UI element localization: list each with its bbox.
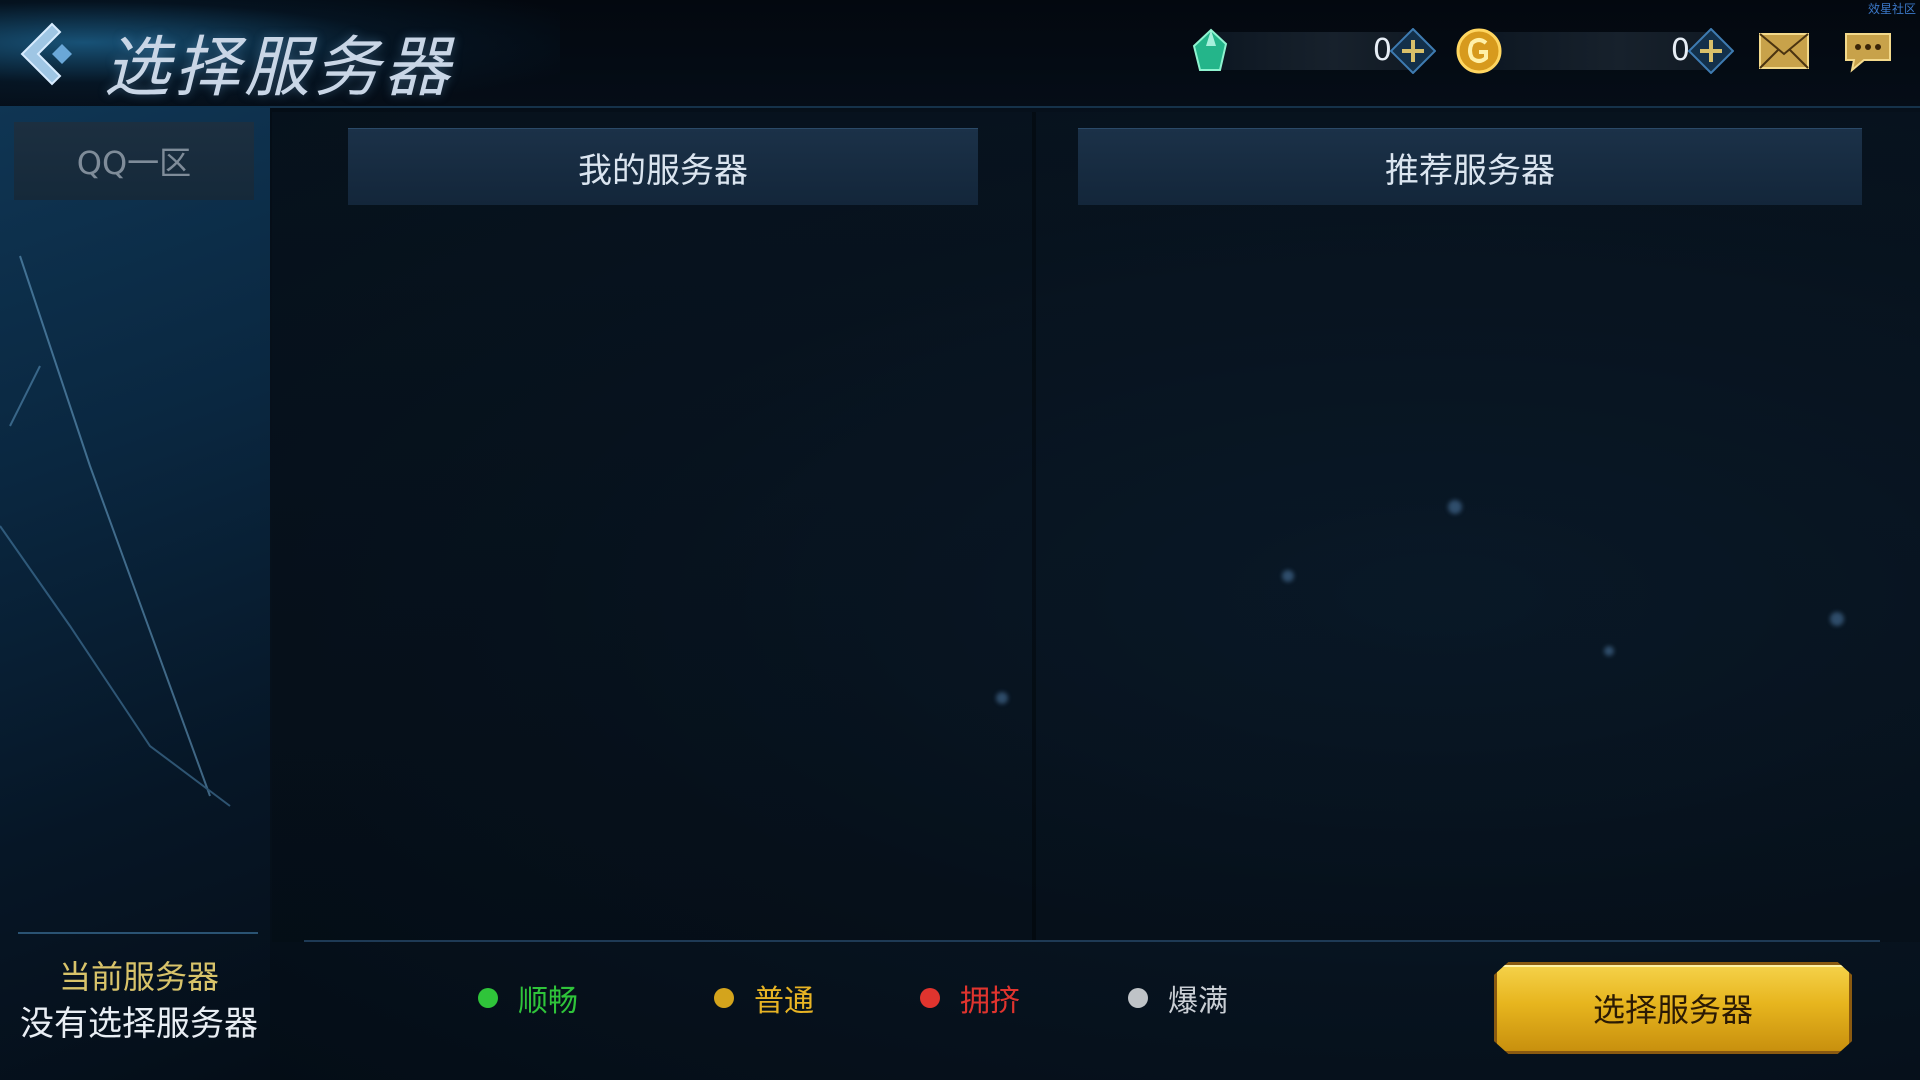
- legend-item: 顺畅: [478, 976, 578, 1020]
- add-gems-button[interactable]: [1389, 27, 1437, 75]
- status-dot-crowded: [920, 988, 940, 1008]
- legend-label: 普通: [754, 984, 814, 1019]
- gem-counter: 0: [1186, 24, 1437, 80]
- status-dot-full: [1128, 988, 1148, 1008]
- ambient-particle: [1448, 500, 1462, 514]
- page-title: 选择服务器: [104, 29, 454, 106]
- gem-icon: [1186, 26, 1236, 76]
- select-server-button[interactable]: 选择服务器: [1494, 962, 1852, 1054]
- zone-tab-qq1[interactable]: QQ一区: [14, 122, 254, 200]
- tab-recommended-servers[interactable]: 推荐服务器: [1078, 128, 1862, 205]
- ambient-particle: [996, 692, 1008, 704]
- legend-label: 拥挤: [960, 984, 1020, 1019]
- back-arrow-icon[interactable]: [16, 18, 88, 90]
- server-list-panel: [272, 112, 1920, 942]
- legend-item: 拥挤: [920, 976, 1020, 1020]
- chat-icon[interactable]: [1840, 28, 1896, 74]
- status-dot-normal: [714, 988, 734, 1008]
- status-divider: [304, 940, 1880, 942]
- watermark: 效星社区: [1867, 2, 1916, 16]
- legend-label: 爆满: [1168, 984, 1228, 1019]
- ambient-particle: [1604, 646, 1614, 656]
- coin-counter: 0: [1454, 24, 1735, 80]
- legend-item: 普通: [714, 976, 814, 1020]
- column-separator: [1032, 112, 1036, 942]
- tab-my-servers[interactable]: 我的服务器: [348, 128, 978, 205]
- legend-item: 爆满: [1128, 976, 1228, 1020]
- add-coins-button[interactable]: [1687, 27, 1735, 75]
- mail-icon[interactable]: [1756, 28, 1812, 74]
- status-dot-smooth: [478, 988, 498, 1008]
- ambient-particle: [1830, 612, 1844, 626]
- ambient-particle: [1282, 570, 1294, 582]
- current-server-label: 当前服务器: [58, 958, 219, 996]
- left-decoration: [0, 255, 231, 807]
- coin-icon: [1454, 26, 1504, 76]
- legend-label: 顺畅: [518, 984, 578, 1019]
- current-server-value: 没有选择服务器: [20, 1004, 258, 1044]
- left-divider: [18, 932, 258, 934]
